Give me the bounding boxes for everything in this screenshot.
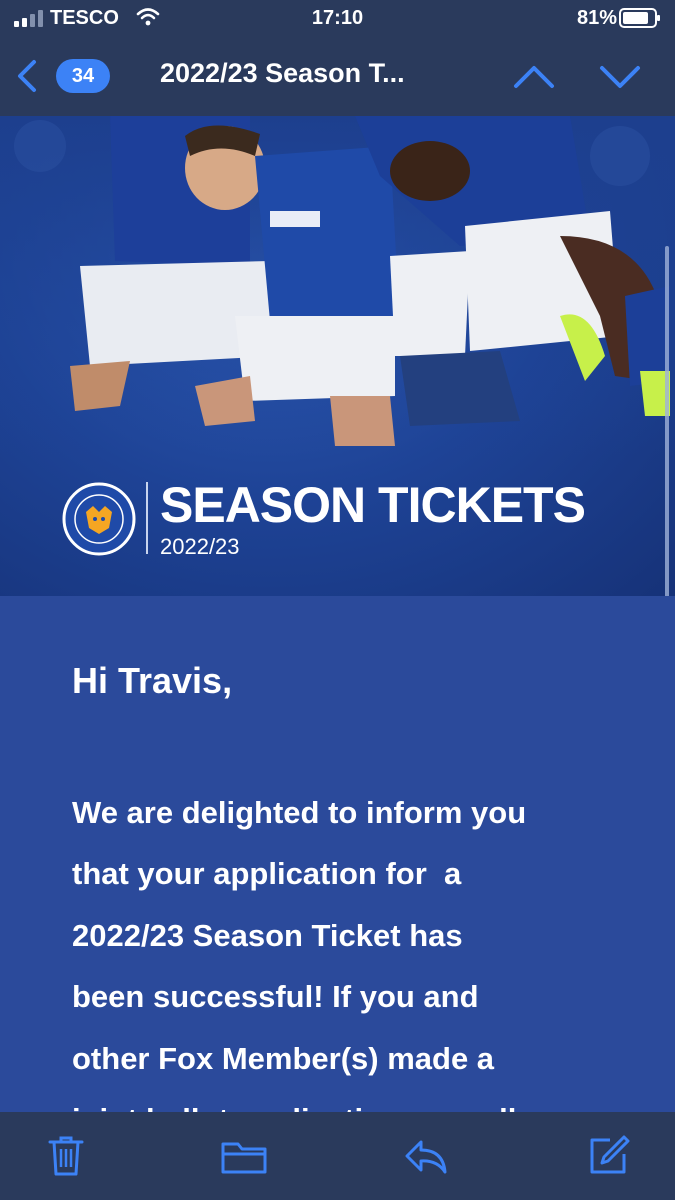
- clock: 17:10: [311, 7, 364, 29]
- leicester-city-crest-logo: [62, 482, 136, 556]
- compose-icon: [590, 1135, 630, 1174]
- trash-icon: [48, 1136, 84, 1176]
- mail-nav-bar: 34 2022/23 Season T...: [0, 36, 675, 116]
- message-line: other Fox Member(s) made a: [72, 1040, 495, 1076]
- move-to-folder-button[interactable]: [220, 1132, 268, 1180]
- banner-title: SEASON TICKETS: [160, 477, 586, 533]
- scroll-indicator: [665, 246, 669, 596]
- logo-divider: [146, 482, 148, 554]
- hero-banner: SEASON TICKETS 2022/23: [0, 116, 675, 596]
- reply-icon: [405, 1140, 447, 1174]
- trash-button[interactable]: [42, 1132, 90, 1180]
- message-title: 2022/23 Season T...: [160, 58, 405, 88]
- battery-icon: [619, 8, 660, 28]
- banner-season: 2022/23: [160, 534, 240, 559]
- reply-button[interactable]: [402, 1132, 450, 1180]
- message-paragraph: We are delighted to inform you that your…: [72, 782, 632, 1112]
- message-line: We are delighted to inform you: [72, 795, 527, 830]
- unread-count-badge[interactable]: 34: [56, 59, 110, 93]
- bottom-toolbar: [0, 1112, 675, 1200]
- back-icon[interactable]: [12, 56, 42, 96]
- chevron-down-icon[interactable]: [598, 58, 642, 94]
- greeting: Hi Travis,: [72, 660, 233, 701]
- status-bar: TESCO 17:10 81%: [0, 0, 675, 36]
- message-line: 2022/23 Season Ticket has: [72, 917, 463, 953]
- battery-percent: 81%: [576, 7, 617, 29]
- compose-button[interactable]: [584, 1132, 632, 1180]
- folder-icon: [221, 1142, 267, 1174]
- message-line: joint ballot application, you all: [72, 1089, 632, 1112]
- chevron-up-icon[interactable]: [512, 58, 556, 94]
- message-line: been successful! If you and: [72, 979, 479, 1015]
- players-celebration-photo: [0, 116, 675, 456]
- email-body: Hi Travis, We are delighted to inform yo…: [0, 596, 675, 1112]
- message-line: that your application for a: [72, 856, 462, 892]
